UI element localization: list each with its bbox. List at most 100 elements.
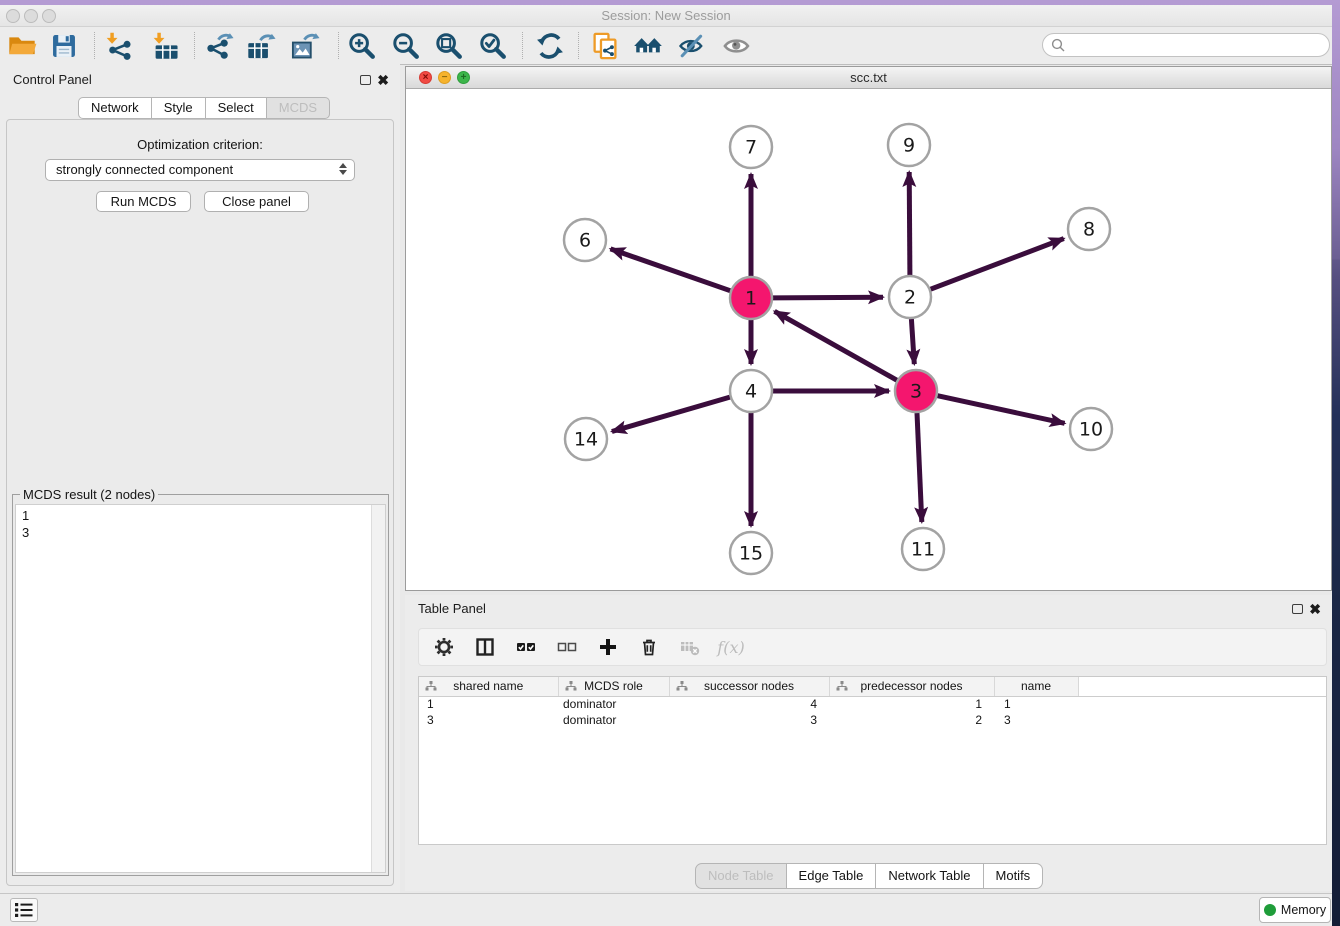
node-7[interactable]: 7 [730,126,772,168]
tab-network-table[interactable]: Network Table [876,863,983,889]
import-network-icon[interactable] [104,31,134,61]
zoom-in-icon[interactable] [347,31,377,61]
node-1[interactable]: 1 [730,277,772,319]
edge-1-2[interactable] [773,297,883,298]
close-table-panel-icon[interactable]: ✖ [1309,604,1321,614]
edge-3-11[interactable] [917,413,922,522]
apply-function-icon[interactable]: f(x) [720,636,742,658]
cell-predecessor-nodes[interactable]: 1 [829,696,994,712]
column-header-name[interactable]: name [994,677,1078,696]
float-table-panel-icon[interactable] [1292,604,1303,614]
zoom-out-icon[interactable] [391,31,421,61]
svg-text:11: 11 [911,539,935,561]
delete-table-icon[interactable] [679,636,701,658]
node-10[interactable]: 10 [1070,408,1112,450]
table-panel-tabs: Node TableEdge TableNetwork TableMotifs [695,863,1043,889]
node-3[interactable]: 3 [895,370,937,412]
cell-successor-nodes[interactable]: 4 [669,696,829,712]
node-6[interactable]: 6 [564,219,606,261]
window-close-button[interactable] [6,9,20,23]
tab-network[interactable]: Network [78,97,152,119]
network-minimize-button[interactable]: − [438,71,451,84]
run-mcds-button[interactable]: Run MCDS [96,191,191,212]
column-header-shared-name[interactable]: shared name [419,677,558,696]
table-row[interactable]: 3dominator323 [419,712,1326,728]
optimization-criterion-label: Optimization criterion: [7,137,393,152]
node-9[interactable]: 9 [888,124,930,166]
mcds-result-group: MCDS result (2 nodes) 13 [12,494,389,876]
save-session-icon[interactable] [49,31,79,61]
cell-predecessor-nodes[interactable]: 2 [829,712,994,728]
open-session-icon[interactable] [7,31,37,61]
column-header-label: predecessor nodes [860,679,962,693]
window-zoom-button[interactable] [42,9,56,23]
mcds-result-list[interactable]: 13 [15,504,386,873]
hide-selected-eye-icon[interactable] [677,31,707,61]
tab-mcds[interactable]: MCDS [267,97,330,119]
home-icon[interactable] [633,31,663,61]
result-item[interactable]: 1 [16,505,385,524]
cell-successor-nodes[interactable]: 3 [669,712,829,728]
delete-row-icon[interactable] [638,636,660,658]
cell-shared-name[interactable]: 1 [419,696,558,712]
node-2[interactable]: 2 [889,276,931,318]
export-image-icon[interactable] [290,31,320,61]
edge-2-8[interactable] [931,239,1064,290]
tab-node-table[interactable]: Node Table [695,863,787,889]
svg-text:1: 1 [745,288,757,310]
node-15[interactable]: 15 [730,532,772,574]
cell-name[interactable]: 3 [994,712,1078,728]
import-table-icon[interactable] [151,31,181,61]
tab-motifs[interactable]: Motifs [984,863,1044,889]
column-header-mcds-role[interactable]: MCDS role [558,677,669,696]
deselect-all-rows-icon[interactable] [556,636,578,658]
cell-name[interactable]: 1 [994,696,1078,712]
edge-2-3[interactable] [911,319,914,364]
close-panel-button[interactable]: Close panel [204,191,309,212]
new-network-icon[interactable] [204,31,234,61]
select-all-rows-icon[interactable] [515,636,537,658]
search-field[interactable] [1042,33,1330,57]
search-input[interactable] [1070,38,1321,53]
memory-button[interactable]: Memory [1259,897,1331,923]
node-11[interactable]: 11 [902,528,944,570]
network-graph[interactable]: 1 2 3 4 6 7 8 9 10 11 14 15 [406,89,1331,590]
task-history-button[interactable] [10,898,38,922]
optimization-select[interactable]: strongly connected component [45,159,355,181]
table-row[interactable]: 1dominator411 [419,696,1326,712]
column-header-successor-nodes[interactable]: successor nodes [669,677,829,696]
cell-mcds-role[interactable]: dominator [558,712,669,728]
network-canvas[interactable]: 1 2 3 4 6 7 8 9 10 11 14 15 [406,89,1331,590]
result-scrollbar[interactable] [371,505,385,872]
tab-select[interactable]: Select [206,97,267,119]
edge-2-9[interactable] [909,172,910,275]
show-columns-icon[interactable] [474,636,496,658]
node-8[interactable]: 8 [1068,208,1110,250]
cell-shared-name[interactable]: 3 [419,712,558,728]
edge-1-6[interactable] [611,249,731,291]
zoom-fit-icon[interactable] [434,31,464,61]
refresh-view-icon[interactable] [535,31,565,61]
edge-3-1[interactable] [775,311,897,380]
add-row-icon[interactable] [597,636,619,658]
network-window-titlebar[interactable]: × − + scc.txt [406,67,1331,89]
float-panel-icon[interactable] [360,75,371,85]
node-4[interactable]: 4 [730,370,772,412]
settings-gear-icon[interactable] [433,636,455,658]
clone-network-icon[interactable] [590,31,620,61]
edge-3-10[interactable] [938,396,1065,424]
export-table-icon[interactable] [246,31,276,61]
zoom-selected-icon[interactable] [478,31,508,61]
show-all-eye-icon[interactable] [722,31,752,61]
node-14[interactable]: 14 [565,418,607,460]
window-minimize-button[interactable] [24,9,38,23]
network-zoom-button[interactable]: + [457,71,470,84]
edge-4-14[interactable] [612,397,730,431]
network-close-button[interactable]: × [419,71,432,84]
column-header-predecessor-nodes[interactable]: predecessor nodes [829,677,994,696]
tab-style[interactable]: Style [152,97,206,119]
result-item[interactable]: 3 [16,524,385,541]
tab-edge-table[interactable]: Edge Table [787,863,877,889]
cell-mcds-role[interactable]: dominator [558,696,669,712]
close-panel-icon[interactable]: ✖ [377,75,389,85]
